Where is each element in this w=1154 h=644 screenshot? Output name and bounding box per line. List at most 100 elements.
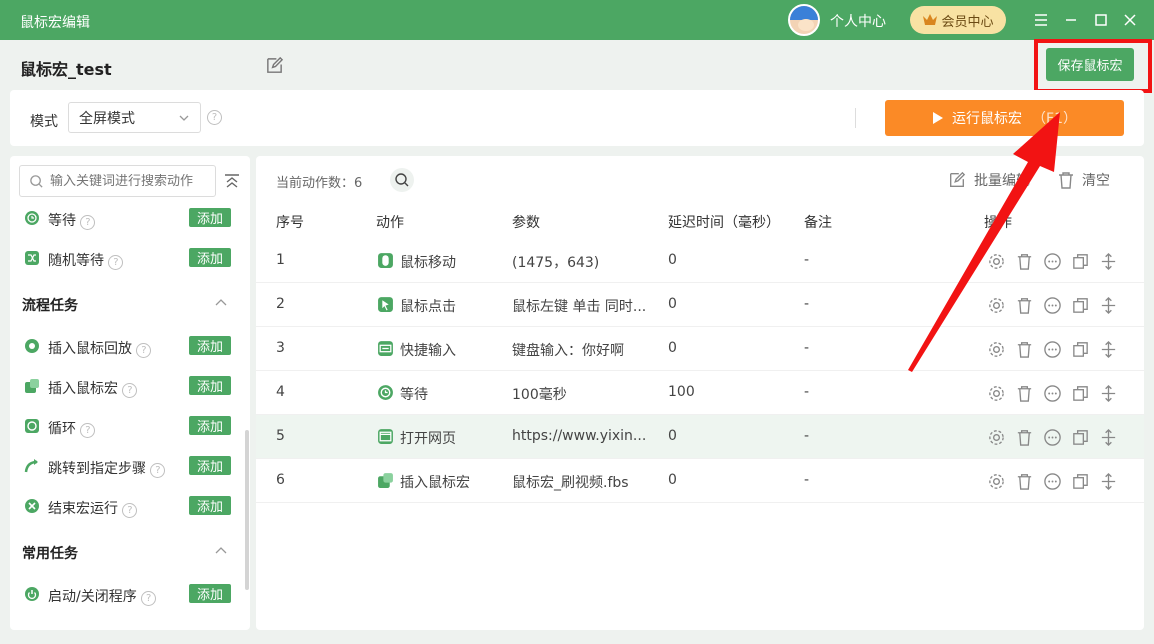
chevron-down-icon — [179, 115, 189, 121]
row-ops — [987, 428, 1127, 447]
row-ops — [987, 384, 1127, 403]
col-ops: 操作 — [984, 215, 1012, 231]
settings-icon[interactable] — [987, 340, 1006, 359]
puzzle-icon — [378, 473, 393, 488]
row-action: 等待 — [400, 387, 428, 403]
help-icon[interactable]: ? — [207, 110, 222, 125]
shuffle-icon — [25, 251, 39, 265]
more-icon[interactable] — [1043, 340, 1062, 359]
drag-handle-icon[interactable] — [1099, 296, 1118, 315]
more-icon[interactable] — [1043, 428, 1062, 447]
add-button[interactable]: 添加 — [189, 336, 231, 355]
settings-icon[interactable] — [987, 252, 1006, 271]
table-row[interactable]: 3 快捷输入 键盘输入：你好啊 0 - — [256, 327, 1144, 371]
add-button[interactable]: 添加 — [189, 584, 231, 603]
sidebar-item-jump: 跳转到指定步骤 ? 添加 — [10, 446, 250, 486]
delete-icon[interactable] — [1015, 384, 1034, 403]
search-actions-button[interactable] — [390, 168, 414, 192]
chevron-up-icon[interactable] — [214, 296, 228, 310]
help-icon[interactable]: ? — [80, 215, 96, 230]
table-header: 序号 动作 参数 延迟时间（毫秒） 备注 操作 — [256, 204, 1144, 236]
help-icon[interactable]: ? — [122, 383, 138, 398]
delete-icon[interactable] — [1015, 252, 1034, 271]
bulk-edit-button[interactable]: 批量编辑 — [948, 170, 1030, 190]
run-hotkey: （F1） — [1032, 111, 1077, 127]
delete-icon[interactable] — [1015, 296, 1034, 315]
row-action: 鼠标移动 — [400, 255, 456, 271]
delete-icon[interactable] — [1015, 340, 1034, 359]
help-icon[interactable]: ? — [108, 255, 124, 270]
drag-handle-icon[interactable] — [1099, 428, 1118, 447]
more-icon[interactable] — [1043, 472, 1062, 491]
copy-icon[interactable] — [1071, 340, 1090, 359]
user-center-link[interactable]: 个人中心 — [830, 11, 886, 31]
copy-icon[interactable] — [1071, 252, 1090, 271]
trash-icon — [1059, 172, 1073, 189]
maximize-icon[interactable] — [1091, 10, 1111, 30]
settings-icon[interactable] — [987, 472, 1006, 491]
help-icon[interactable]: ? — [122, 503, 138, 518]
add-button[interactable]: 添加 — [189, 456, 231, 475]
row-note: - — [804, 340, 810, 356]
help-icon[interactable]: ? — [141, 591, 157, 606]
add-button[interactable]: 添加 — [189, 496, 231, 515]
table-row[interactable]: 4 等待 100毫秒 100 - — [256, 371, 1144, 415]
add-button[interactable]: 添加 — [189, 248, 231, 267]
mode-select[interactable]: 全屏模式 — [68, 102, 201, 133]
settings-icon[interactable] — [987, 384, 1006, 403]
more-icon[interactable] — [1043, 296, 1062, 315]
settings-icon[interactable] — [987, 296, 1006, 315]
table-row[interactable]: 1 鼠标移动 (1475，643) 0 - — [256, 239, 1144, 283]
add-button[interactable]: 添加 — [189, 416, 231, 435]
table-row[interactable]: 6 插入鼠标宏 鼠标宏_刷视频.fbs 0 - — [256, 459, 1144, 503]
row-param: 100毫秒 — [512, 387, 567, 403]
drag-handle-icon[interactable] — [1099, 340, 1118, 359]
more-icon[interactable] — [1043, 252, 1062, 271]
edit-icon[interactable] — [265, 56, 284, 75]
clear-button[interactable]: 清空 — [1058, 170, 1110, 190]
search-input[interactable] — [50, 173, 210, 189]
row-ops — [987, 252, 1127, 271]
row-delay: 0 — [668, 296, 677, 312]
section-common-tasks[interactable]: 常用任务 — [10, 530, 250, 570]
row-note: - — [804, 296, 810, 312]
copy-icon[interactable] — [1071, 472, 1090, 491]
add-button[interactable]: 添加 — [189, 376, 231, 395]
run-macro-button[interactable]: 运行鼠标宏 （F1） — [885, 100, 1124, 136]
help-icon[interactable]: ? — [80, 423, 96, 438]
avatar[interactable] — [788, 4, 820, 36]
drag-handle-icon[interactable] — [1099, 252, 1118, 271]
col-index: 序号 — [276, 215, 304, 231]
drag-handle-icon[interactable] — [1099, 472, 1118, 491]
keyboard-icon — [378, 341, 393, 356]
drag-handle-icon[interactable] — [1099, 384, 1118, 403]
sidebar-item-loop: 循环 ? 添加 — [10, 406, 250, 446]
copy-icon[interactable] — [1071, 296, 1090, 315]
sidebar-scrollbar[interactable] — [245, 430, 249, 590]
puzzle-icon — [25, 379, 39, 393]
table-row[interactable]: 2 鼠标点击 鼠标左键 单击 同时... 0 - — [256, 283, 1144, 327]
vip-center-button[interactable]: 会员中心 — [910, 6, 1006, 34]
sidebar-item-label: 随机等待 ? — [48, 250, 124, 270]
row-index: 3 — [276, 340, 285, 356]
help-icon[interactable]: ? — [150, 463, 166, 478]
delete-icon[interactable] — [1015, 472, 1034, 491]
close-icon[interactable] — [1120, 10, 1140, 30]
action-count: 当前动作数：6 — [276, 176, 363, 191]
mouse-icon — [378, 253, 393, 268]
add-button[interactable]: 添加 — [189, 208, 231, 227]
copy-icon[interactable] — [1071, 428, 1090, 447]
table-row[interactable]: 5 打开网页 https://www.yixin... 0 - — [256, 415, 1144, 459]
menu-icon[interactable] — [1031, 10, 1051, 30]
title-bar: 鼠标宏编辑 个人中心 会员中心 — [0, 0, 1154, 40]
collapse-all-icon[interactable] — [223, 172, 241, 190]
copy-icon[interactable] — [1071, 384, 1090, 403]
search-icon — [30, 175, 43, 188]
minimize-icon[interactable] — [1061, 10, 1081, 30]
help-icon[interactable]: ? — [136, 343, 152, 358]
settings-icon[interactable] — [987, 428, 1006, 447]
more-icon[interactable] — [1043, 384, 1062, 403]
chevron-up-icon[interactable] — [214, 544, 228, 558]
section-flow-tasks[interactable]: 流程任务 — [10, 282, 250, 322]
delete-icon[interactable] — [1015, 428, 1034, 447]
